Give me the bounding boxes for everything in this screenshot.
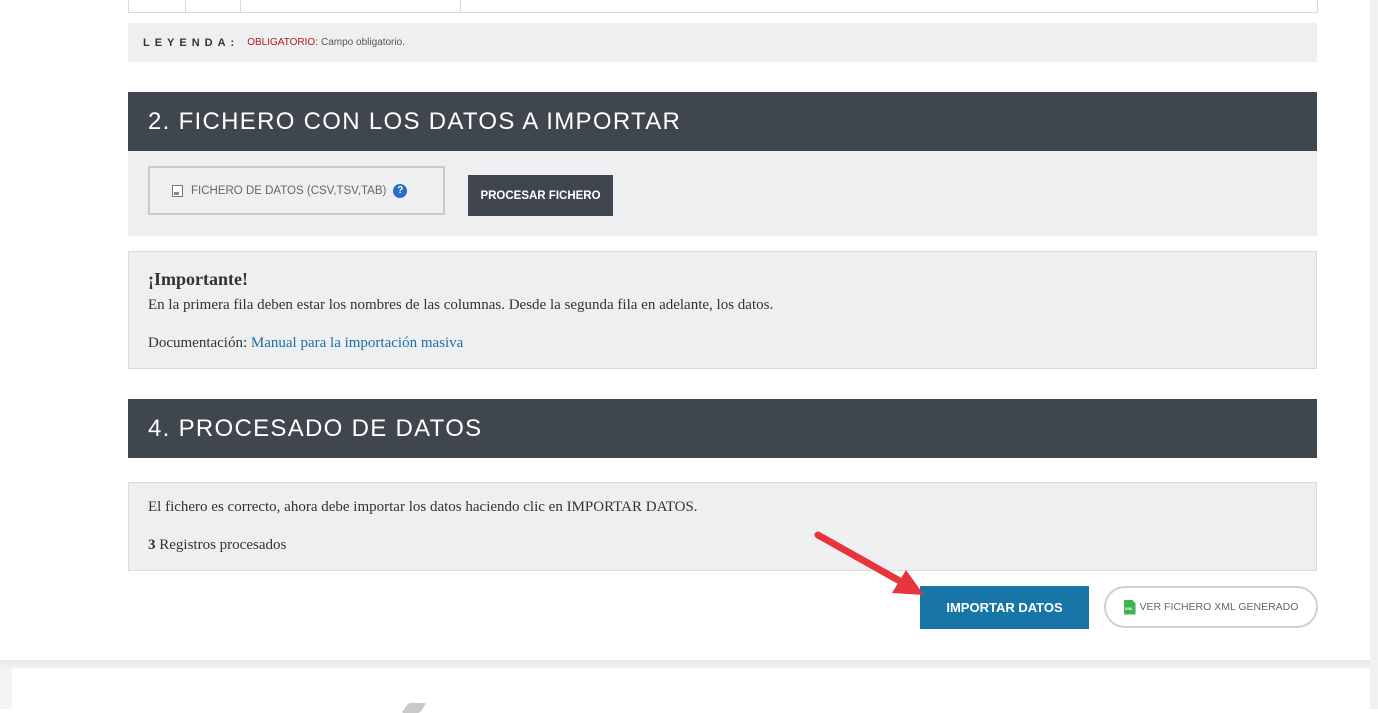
manual-link[interactable]: Manual para la importación masiva bbox=[251, 335, 463, 351]
import-data-button[interactable]: IMPORTAR DATOS bbox=[920, 586, 1089, 629]
page-shadow bbox=[0, 660, 1370, 668]
file-upload-panel: FICHERO DE DATOS (CSV,TSV,TAB) ? PROCESA… bbox=[128, 151, 1317, 236]
table-cell bbox=[240, 0, 461, 12]
important-notice: ¡Importante! En la primera fila deben es… bbox=[128, 251, 1317, 369]
section-header-process: 4. PROCESADO DE DATOS bbox=[128, 399, 1317, 458]
right-scroll-edge bbox=[1370, 0, 1378, 709]
section-title: 4. PROCESADO DE DATOS bbox=[148, 414, 483, 442]
table-cell bbox=[129, 0, 186, 12]
legend-required-description: Campo obligatorio. bbox=[321, 37, 405, 48]
section-title: 2. FICHERO CON LOS DATOS A IMPORTAR bbox=[148, 107, 682, 135]
processed-count-label: Registros procesados bbox=[159, 537, 287, 553]
notice-title: ¡Importante! bbox=[148, 269, 248, 289]
file-input-label: FICHERO DE DATOS (CSV,TSV,TAB) bbox=[191, 184, 387, 197]
footer-card bbox=[12, 668, 1370, 709]
fields-table-remnant bbox=[128, 0, 1318, 13]
data-file-input[interactable]: FICHERO DE DATOS (CSV,TSV,TAB) ? bbox=[148, 166, 445, 215]
notice-text: En la primera fila deben estar los nombr… bbox=[148, 297, 774, 313]
documentation-prefix: Documentación: bbox=[148, 335, 248, 351]
process-file-button[interactable]: PROCESAR FICHERO bbox=[468, 175, 613, 216]
documentation-line: Documentación: Manual para la importació… bbox=[148, 335, 463, 352]
xml-icon-text: XML bbox=[1124, 605, 1133, 611]
section-header-file: 2. FICHERO CON LOS DATOS A IMPORTAR bbox=[128, 92, 1317, 151]
view-xml-button[interactable]: XML VER FICHERO XML GENERADO bbox=[1104, 586, 1318, 628]
processed-count: 3 bbox=[148, 537, 156, 553]
legend-label: LEYENDA: bbox=[143, 36, 240, 49]
process-result-box: El fichero es correcto, ahora debe impor… bbox=[128, 482, 1317, 571]
view-xml-label: VER FICHERO XML GENERADO bbox=[1139, 601, 1299, 613]
xml-file-icon: XML bbox=[1123, 599, 1136, 615]
processed-count-line: 3 Registros procesados bbox=[148, 537, 286, 554]
process-message: El fichero es correcto, ahora debe impor… bbox=[148, 499, 698, 515]
file-image-icon bbox=[172, 184, 183, 197]
table-cell bbox=[185, 0, 241, 12]
help-icon[interactable]: ? bbox=[393, 183, 408, 198]
legend-required-key: OBLIGATORIO: bbox=[247, 37, 318, 48]
legend-bar: LEYENDA: OBLIGATORIO: Campo obligatorio. bbox=[128, 23, 1317, 62]
